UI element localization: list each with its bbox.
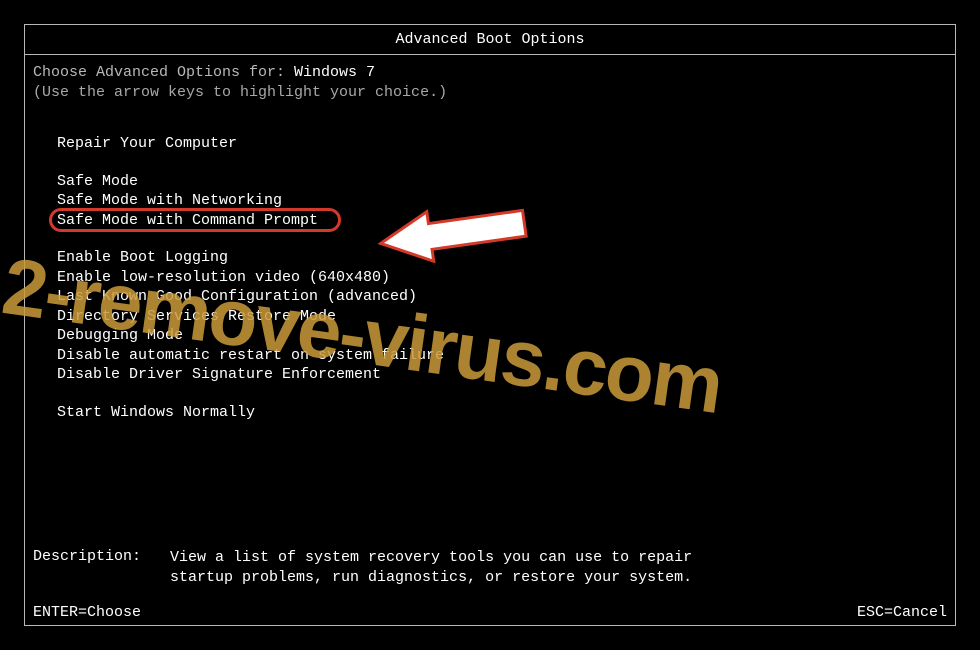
content-area: Choose Advanced Options for: Windows 7 (…: [33, 63, 947, 440]
title-bar: Advanced Boot Options: [25, 25, 955, 55]
choose-label: Choose Advanced Options for:: [33, 64, 294, 81]
choose-prompt: Choose Advanced Options for: Windows 7: [33, 63, 947, 83]
menu-start-normally[interactable]: Start Windows Normally: [57, 403, 947, 423]
boot-menu[interactable]: Repair Your Computer Safe Mode Safe Mode…: [57, 134, 947, 422]
footer-hints: ENTER=Choose ESC=Cancel: [33, 604, 947, 621]
menu-disable-driver-signature[interactable]: Disable Driver Signature Enforcement: [57, 365, 947, 385]
screen-title: Advanced Boot Options: [395, 31, 584, 48]
os-name: Windows 7: [294, 64, 375, 81]
menu-low-resolution[interactable]: Enable low-resolution video (640x480): [57, 268, 947, 288]
menu-safe-mode-command-prompt[interactable]: Safe Mode with Command Prompt: [57, 211, 947, 231]
menu-disable-auto-restart[interactable]: Disable automatic restart on system fail…: [57, 346, 947, 366]
menu-item-label: Safe Mode with Command Prompt: [57, 212, 318, 229]
menu-last-known-good[interactable]: Last Known Good Configuration (advanced): [57, 287, 947, 307]
description-text: View a list of system recovery tools you…: [170, 548, 730, 587]
boot-options-screen: Advanced Boot Options Choose Advanced Op…: [24, 24, 956, 626]
instruction-line: (Use the arrow keys to highlight your ch…: [33, 83, 947, 103]
menu-safe-mode[interactable]: Safe Mode: [57, 172, 947, 192]
menu-debugging-mode[interactable]: Debugging Mode: [57, 326, 947, 346]
description-label: Description:: [33, 548, 161, 565]
esc-hint: ESC=Cancel: [857, 604, 947, 621]
menu-enable-boot-logging[interactable]: Enable Boot Logging: [57, 248, 947, 268]
enter-hint: ENTER=Choose: [33, 604, 141, 621]
menu-repair-computer[interactable]: Repair Your Computer: [57, 134, 947, 154]
description-section: Description: View a list of system recov…: [33, 548, 947, 587]
menu-directory-services-restore[interactable]: Directory Services Restore Mode: [57, 307, 947, 327]
menu-safe-mode-networking[interactable]: Safe Mode with Networking: [57, 191, 947, 211]
